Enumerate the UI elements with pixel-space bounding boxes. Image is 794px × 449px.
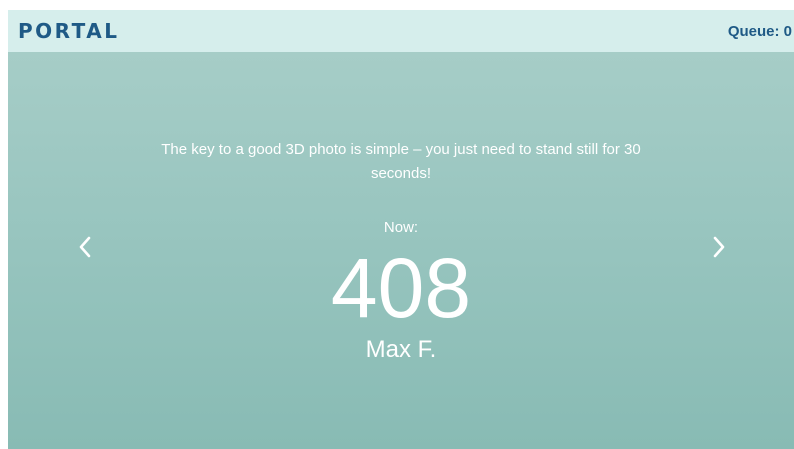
tip-message: The key to a good 3D photo is simple – y…	[161, 141, 641, 182]
brand-logo: PORTAL	[18, 19, 120, 43]
top-bar: PORTAL Queue: 0	[8, 10, 794, 52]
current-name: Max F.	[365, 336, 437, 363]
current-number: 408	[330, 241, 472, 335]
next-button[interactable]	[704, 232, 734, 262]
chevron-right-icon	[713, 236, 725, 258]
now-serving-panel: The key to a good 3D photo is simple – y…	[8, 52, 794, 449]
now-label: Now:	[383, 219, 419, 236]
chevron-left-icon	[79, 236, 91, 258]
previous-button[interactable]	[70, 232, 100, 262]
queue-counter: Queue: 0	[727, 23, 792, 40]
kiosk-screen: PORTAL Queue: 0 The key to a good 3D pho…	[8, 10, 794, 449]
